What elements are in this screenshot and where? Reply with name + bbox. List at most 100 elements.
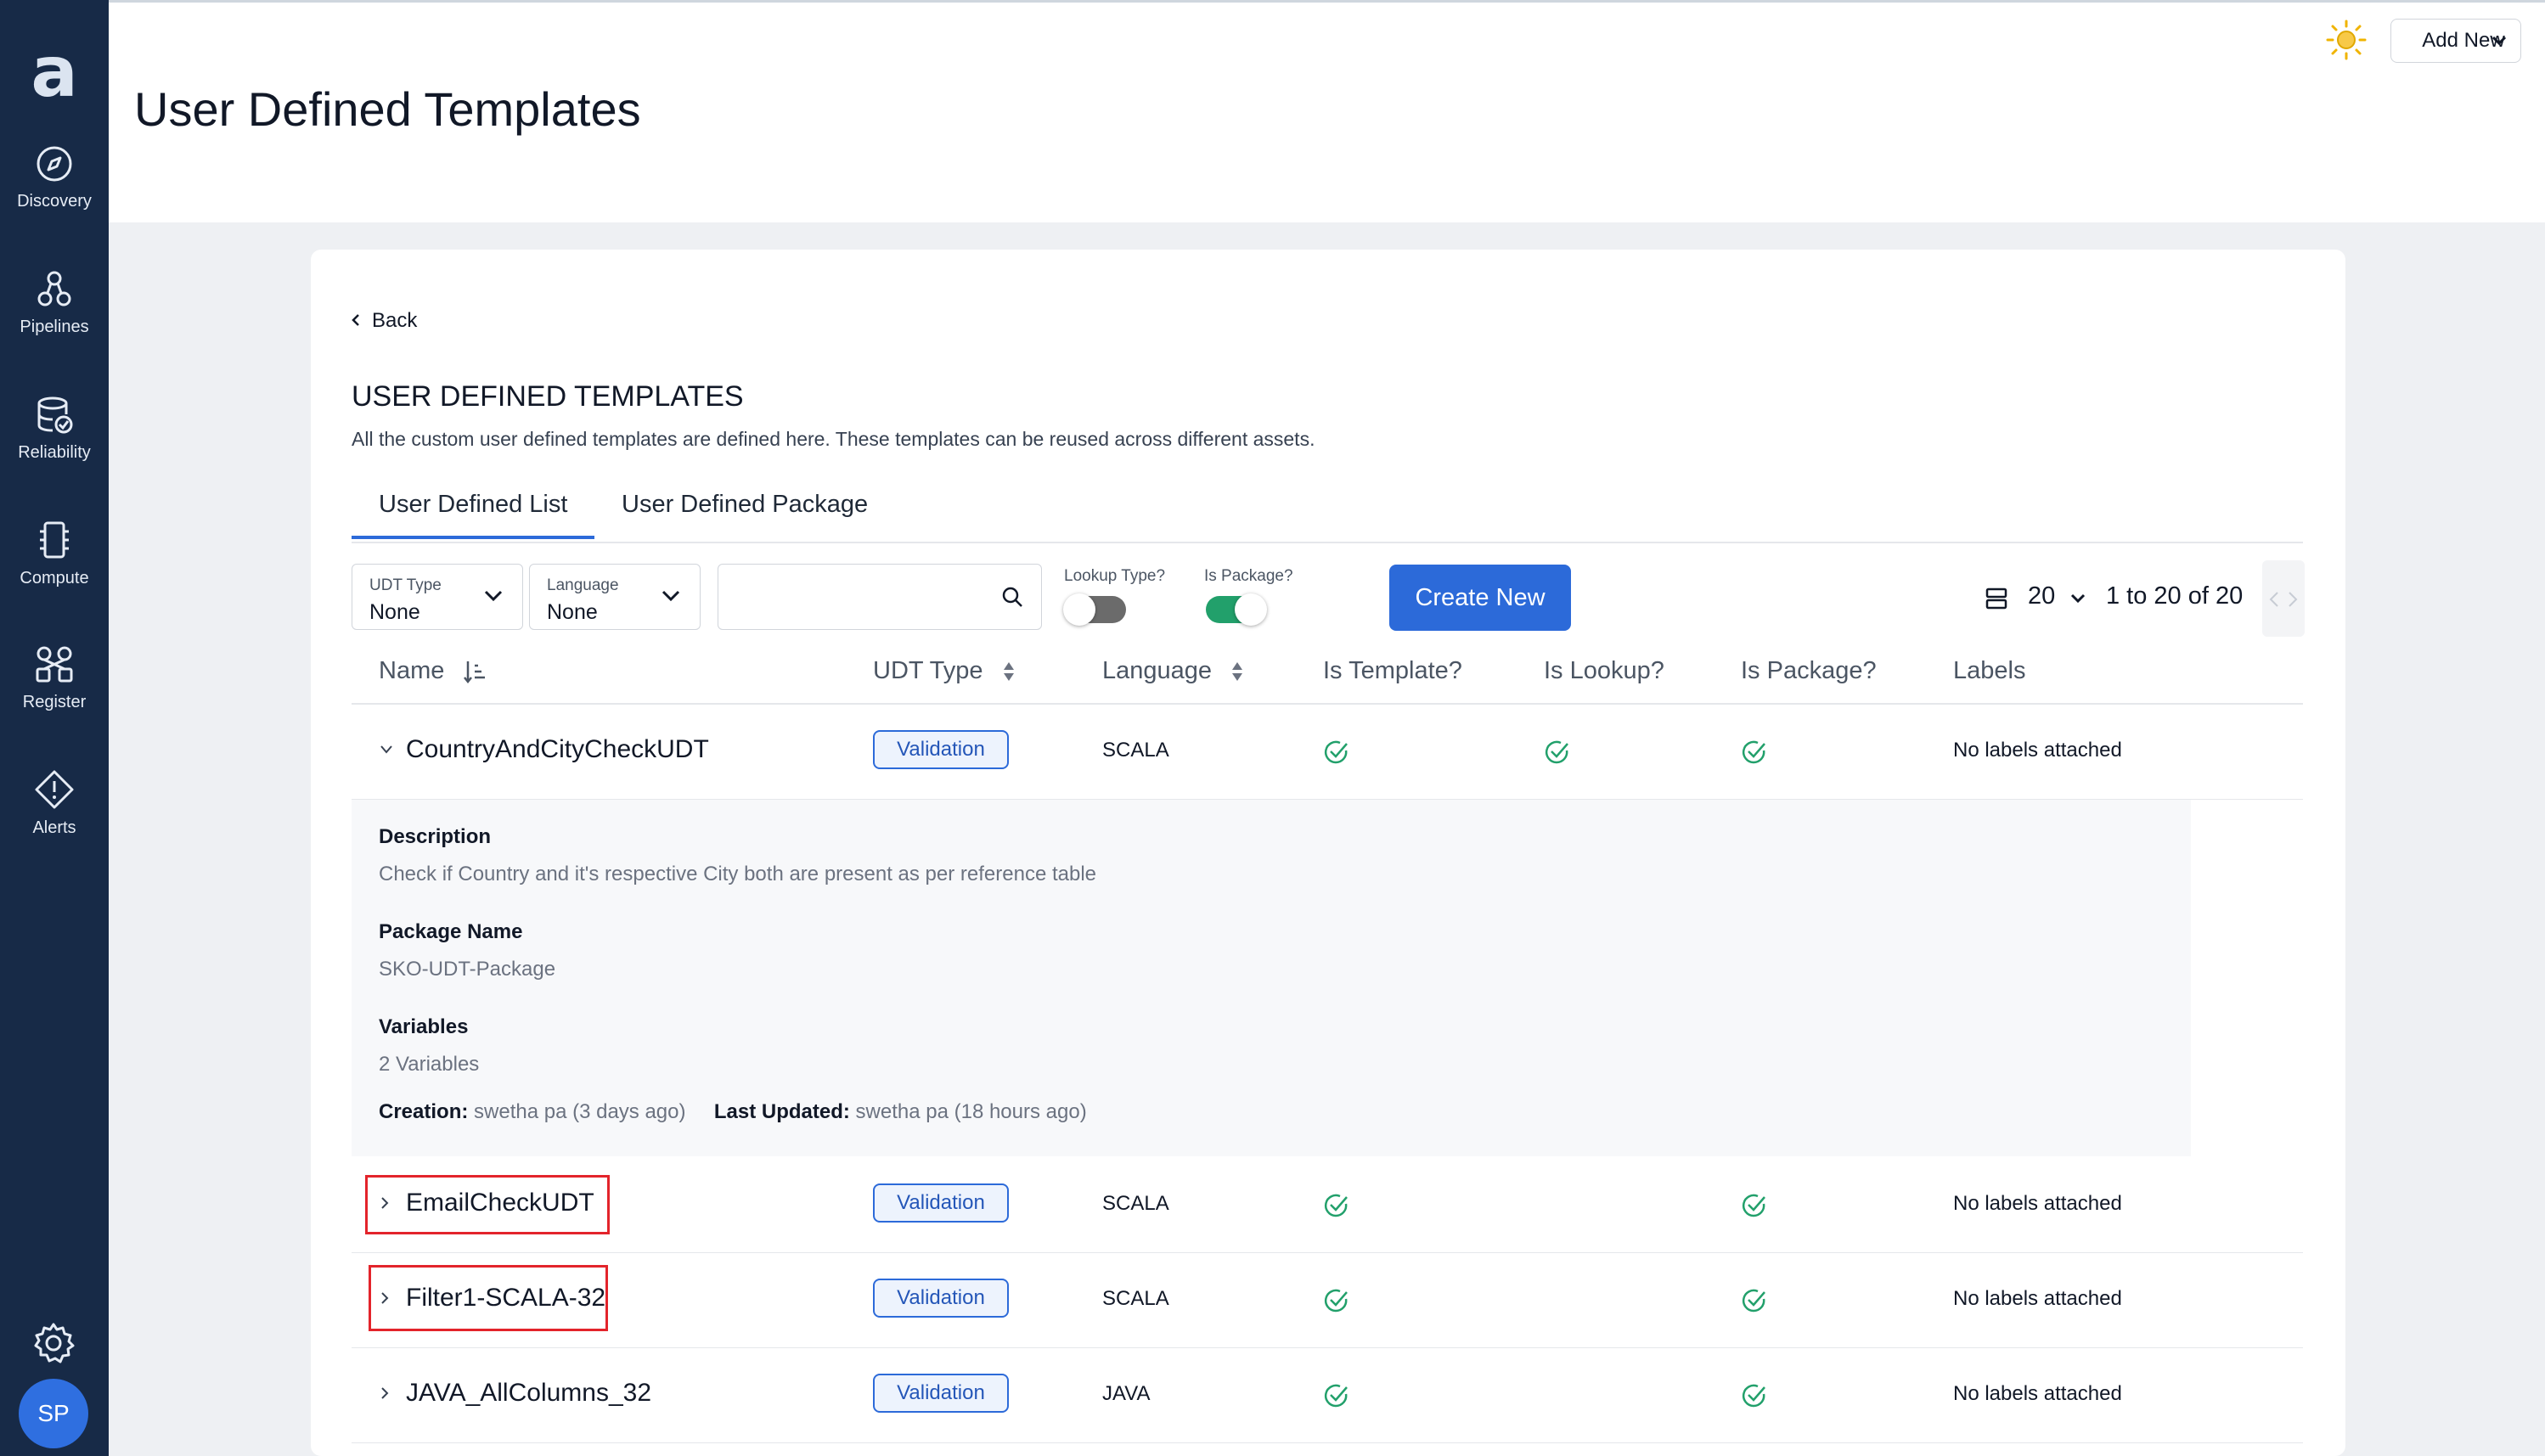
row-name[interactable]: CountryAndCityCheckUDT [406,735,709,764]
sidebar-item-discovery[interactable]: Discovery [0,144,109,211]
chevron-down-icon [484,590,503,602]
udt-type-select[interactable]: UDT Type None [352,564,523,630]
page-title: User Defined Templates [134,82,641,136]
section-description: All the custom user defined templates ar… [352,428,1315,450]
column-header-udt-type[interactable]: UDT Type [873,657,1016,685]
package-name-value: SKO-UDT-Package [379,958,556,981]
audit-info: Creation: swetha pa (3 days ago) Last Up… [379,1100,1087,1124]
description-label: Description [379,825,492,848]
page-size-select[interactable]: 20 [2028,582,2086,610]
check-circle-icon [1324,1289,1348,1313]
variables-value[interactable]: 2 Variables [379,1053,479,1077]
column-label: Language [1102,657,1213,684]
gear-icon[interactable] [31,1320,76,1366]
table-row[interactable]: Filter1-SCALA-32 Validation SCALA No lab… [352,1253,2303,1348]
chevron-right-icon[interactable] [2286,591,2300,608]
table-row[interactable]: JAVA_AllColumns_32 Validation JAVA No la… [352,1348,2303,1443]
check-circle-icon [1324,1384,1348,1408]
sidebar-item-label: Discovery [17,192,92,211]
creation-value: swetha pa (3 days ago) [474,1100,686,1123]
rows-icon [1985,587,2007,610]
tab-user-defined-package[interactable]: User Defined Package [622,491,868,519]
tab-label: User Defined List [379,491,568,518]
check-circle-icon [1742,1384,1765,1408]
search-icon [1002,587,1022,607]
check-circle-icon [1324,740,1348,764]
column-header-name[interactable]: Name [379,657,487,685]
back-label: Back [372,309,418,332]
variables-label: Variables [379,1015,469,1038]
table-row[interactable]: EmailCheckUDT Validation SCALA No labels… [352,1158,2303,1253]
column-header-is-lookup: Is Lookup? [1544,657,1664,684]
package-name-label: Package Name [379,920,523,943]
sidebar-item-pipelines[interactable]: Pipelines [0,270,109,337]
back-link[interactable]: Back [352,309,417,333]
table-row[interactable]: CountryAndCityCheckUDT Validation SCALA … [352,705,2303,800]
lookup-type-toggle[interactable] [1063,593,1126,626]
description-value: Check if Country and it's respective Cit… [379,863,1097,885]
sort-icon [1232,662,1243,682]
pipelines-icon [37,271,71,306]
compass-icon [37,146,72,182]
app-logo[interactable]: a [0,38,109,108]
sort-ascending-icon [464,661,486,684]
pagination-arrows [2262,560,2305,637]
row-details-panel: Description Check if Country and it's re… [352,800,2191,1156]
chevron-down-icon[interactable] [379,744,394,756]
udt-type-value: None [369,600,420,624]
highlight-box [365,1175,610,1234]
chevron-right-icon[interactable] [379,1386,391,1401]
check-circle-icon [1742,1289,1765,1313]
udt-type-badge: Validation [873,1279,1009,1318]
sidebar-item-reliability[interactable]: Reliability [0,396,109,463]
tab-user-defined-list[interactable]: User Defined List [352,491,595,539]
last-updated-value: swetha pa (18 hours ago) [855,1100,1087,1123]
language-select[interactable]: Language None [529,564,701,630]
add-new-button[interactable]: Add New [2390,19,2521,63]
language-label: Language [547,576,619,594]
is-package-toggle[interactable] [1206,593,1267,626]
avatar[interactable]: SP [19,1379,88,1448]
creation-label: Creation: [379,1100,469,1123]
table-header: Name UDT Type Language Is Template? Is L… [352,644,2303,705]
alert-diamond-icon [35,770,74,809]
toggle-knob [1235,593,1267,626]
column-label: Name [379,657,445,684]
sidebar-item-label: Alerts [32,818,76,837]
column-label: UDT Type [873,657,983,684]
check-circle-icon [1742,1194,1765,1217]
chevron-left-icon [352,314,359,326]
row-name[interactable]: JAVA_AllColumns_32 [406,1379,651,1408]
check-circle-icon [1742,740,1765,764]
sidebar-item-label: Pipelines [20,318,89,336]
sun-icon[interactable] [2325,19,2368,61]
section-title: USER DEFINED TEMPLATES [352,380,744,413]
sort-icon [1003,662,1014,682]
udt-type-badge: Validation [873,1374,1009,1413]
sidebar-item-label: Compute [20,569,89,587]
udt-type-badge: Validation [873,1183,1009,1223]
chevron-down-icon [662,590,680,602]
check-circle-icon [1324,1194,1348,1217]
row-labels: No labels attached [1953,739,2122,762]
create-new-button[interactable]: Create New [1389,565,1571,631]
search-input[interactable] [718,564,1042,630]
sidebar-item-compute[interactable]: Compute [0,520,109,588]
row-language: SCALA [1102,1192,1169,1215]
pagination-range: 1 to 20 of 20 [2106,582,2244,610]
udt-type-label: UDT Type [369,576,442,594]
sidebar-item-alerts[interactable]: Alerts [0,769,109,838]
chevron-left-icon[interactable] [2267,591,2281,608]
top-border [109,0,2545,3]
is-package-label: Is Package? [1204,567,1293,585]
row-labels: No labels attached [1953,1382,2122,1405]
row-language: SCALA [1102,739,1169,762]
chevron-down-icon [2071,593,2086,604]
sidebar-item-register[interactable]: Register [0,645,109,712]
column-header-language[interactable]: Language [1102,657,1244,685]
language-value: None [547,600,598,624]
row-language: SCALA [1102,1287,1169,1310]
column-header-is-template: Is Template? [1323,657,1462,684]
details-spacer [2191,800,2303,1156]
row-labels: No labels attached [1953,1192,2122,1215]
